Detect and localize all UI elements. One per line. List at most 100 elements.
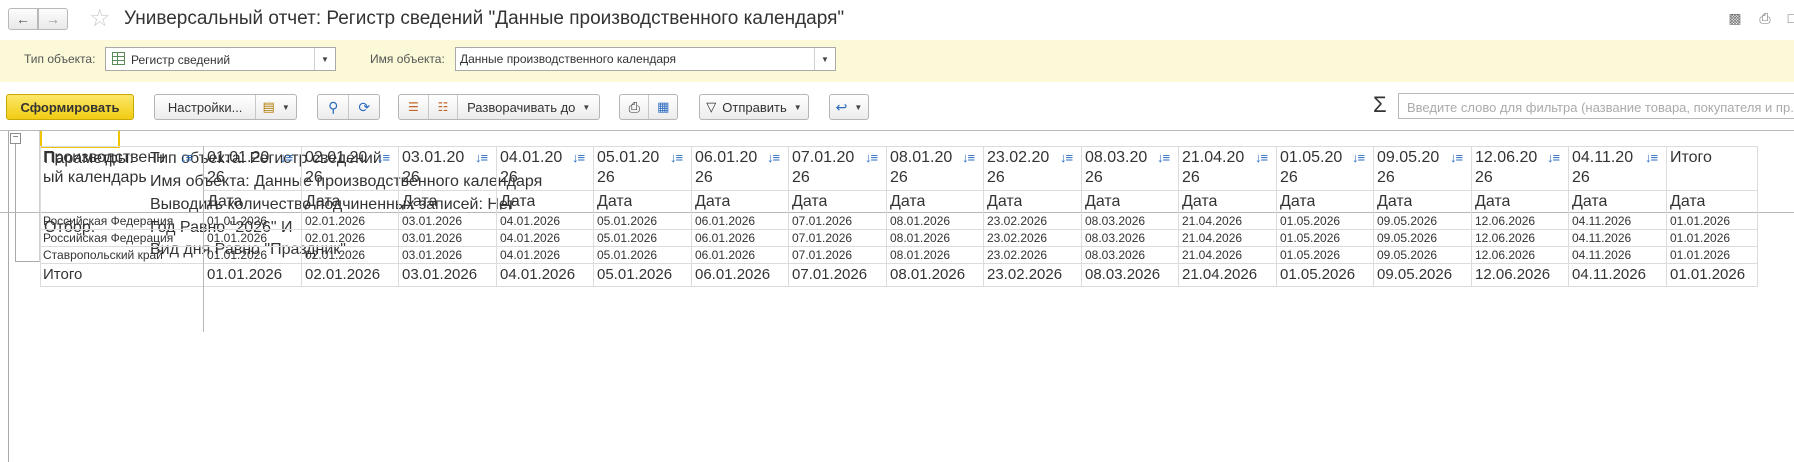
table-cell[interactable]: 23.02.2026 [987, 213, 1047, 229]
column-header[interactable]: 06.01.20 26 [695, 148, 767, 188]
more-icon[interactable]: □ [1784, 10, 1794, 26]
table-cell[interactable]: 01.01.2026 [1670, 247, 1730, 263]
forward-button[interactable]: → [38, 8, 68, 30]
table-cell[interactable]: 03.01.2026 [402, 230, 462, 246]
column-header[interactable]: 12.06.20 26 [1475, 148, 1547, 188]
table-cell[interactable]: 01.01.2026 [207, 230, 267, 246]
search-next-button[interactable]: ⟳ [349, 95, 379, 119]
table-cell[interactable]: 21.04.2026 [1182, 247, 1242, 263]
total-cell[interactable]: 01.01.2026 [1670, 266, 1745, 284]
sort-icon[interactable]: ↓≡ [670, 150, 683, 165]
sort-icon[interactable]: ↓≡ [1060, 150, 1073, 165]
table-cell[interactable]: 08.03.2026 [1085, 213, 1145, 229]
total-cell[interactable]: 08.03.2026 [1085, 266, 1160, 284]
row-label[interactable]: Российская Федерация [43, 230, 173, 246]
table-cell[interactable]: 08.03.2026 [1085, 230, 1145, 246]
table-cell[interactable]: 01.01.2026 [1670, 213, 1730, 229]
table-cell[interactable]: 08.03.2026 [1085, 247, 1145, 263]
column-header[interactable]: 04.01.20 26 [500, 148, 572, 188]
table-cell[interactable]: 01.01.2026 [1670, 230, 1730, 246]
table-cell[interactable]: 04.11.2026 [1572, 213, 1631, 229]
table-cell[interactable]: 08.01.2026 [890, 230, 950, 246]
table-cell[interactable]: 04.01.2026 [500, 230, 560, 246]
table-cell[interactable]: 05.01.2026 [597, 247, 657, 263]
sort-icon[interactable]: ↓≡ [475, 150, 488, 165]
sort-icon[interactable]: ↓≡ [1645, 150, 1658, 165]
table-cell[interactable]: 01.01.2026 [207, 247, 267, 263]
chevron-down-icon[interactable]: ▼ [314, 48, 335, 70]
table-cell[interactable]: 04.11.2026 [1572, 247, 1631, 263]
table-cell[interactable]: 12.06.2026 [1475, 247, 1535, 263]
generate-button[interactable]: Сформировать [6, 94, 134, 120]
column-header[interactable]: 09.05.20 26 [1377, 148, 1449, 188]
table-cell[interactable]: 05.01.2026 [597, 230, 657, 246]
table-cell[interactable]: 03.01.2026 [402, 247, 462, 263]
total-cell[interactable]: 01.01.2026 [207, 266, 282, 284]
column-header[interactable]: 01.05.20 26 [1280, 148, 1352, 188]
total-cell[interactable]: 05.01.2026 [597, 266, 672, 284]
table-cell[interactable]: 02.01.2026 [305, 247, 365, 263]
collapse-group-icon[interactable]: − [10, 133, 21, 144]
expand-all-button[interactable]: ☰ [399, 95, 429, 119]
total-cell[interactable]: 09.05.2026 [1377, 266, 1452, 284]
table-cell[interactable]: 07.01.2026 [792, 247, 852, 263]
send-button[interactable]: ▽ Отправить ▼ [699, 94, 809, 120]
table-cell[interactable]: 04.01.2026 [500, 247, 560, 263]
preview-button[interactable]: ▦ [649, 95, 677, 119]
print-icon[interactable]: ⎙ [1757, 10, 1773, 26]
settings-button[interactable]: Настройки... [155, 95, 257, 119]
column-header[interactable]: 05.01.20 26 [597, 148, 669, 188]
column-header[interactable]: 08.01.20 26 [890, 148, 962, 188]
chevron-down-icon[interactable]: ▼ [814, 48, 835, 70]
variant-button[interactable]: ▤ ▼ [256, 95, 296, 119]
more-actions-button[interactable]: ↩ ▼ [829, 94, 869, 120]
total-cell[interactable]: 06.01.2026 [695, 266, 770, 284]
column-header[interactable]: 01.01.20 26 [207, 148, 279, 188]
sum-icon[interactable]: Σ [1373, 92, 1387, 118]
table-cell[interactable]: 04.01.2026 [500, 213, 560, 229]
table-cell[interactable]: 09.05.2026 [1377, 213, 1437, 229]
row-label[interactable]: Ставропольский край [43, 247, 163, 263]
total-cell[interactable]: 04.11.2026 [1572, 266, 1646, 284]
total-cell[interactable]: 07.01.2026 [792, 266, 867, 284]
filter-field[interactable] [1398, 93, 1794, 119]
collapse-all-button[interactable]: ☷ [429, 95, 459, 119]
sort-icon[interactable]: ↓≡ [377, 150, 390, 165]
save-icon[interactable]: ▩ [1727, 10, 1743, 26]
table-cell[interactable]: 01.05.2026 [1280, 230, 1340, 246]
table-cell[interactable]: 09.05.2026 [1377, 230, 1437, 246]
total-cell[interactable]: 21.04.2026 [1182, 266, 1257, 284]
expand-to-button[interactable]: Разворачивать до ▼ [458, 95, 599, 119]
table-cell[interactable]: 01.05.2026 [1280, 247, 1340, 263]
total-cell[interactable]: 02.01.2026 [305, 266, 380, 284]
table-cell[interactable]: 04.11.2026 [1572, 230, 1631, 246]
filter-input[interactable] [1405, 95, 1794, 119]
table-cell[interactable]: 05.01.2026 [597, 213, 657, 229]
table-cell[interactable]: 09.05.2026 [1377, 247, 1437, 263]
table-cell[interactable]: 03.01.2026 [402, 213, 462, 229]
total-cell[interactable]: 01.05.2026 [1280, 266, 1355, 284]
table-cell[interactable]: 21.04.2026 [1182, 213, 1242, 229]
sort-icon[interactable]: ↓≡ [962, 150, 975, 165]
sort-icon[interactable]: ↓≡ [1450, 150, 1463, 165]
search-button[interactable]: ⚲ [318, 95, 350, 119]
table-cell[interactable]: 06.01.2026 [695, 213, 755, 229]
table-cell[interactable]: 23.02.2026 [987, 230, 1047, 246]
table-cell[interactable]: 07.01.2026 [792, 230, 852, 246]
table-cell[interactable]: 02.01.2026 [305, 230, 365, 246]
column-header[interactable]: 08.03.20 26 [1085, 148, 1157, 188]
total-cell[interactable]: 12.06.2026 [1475, 266, 1550, 284]
sort-icon[interactable]: ↓≡ [1547, 150, 1560, 165]
table-cell[interactable]: 08.01.2026 [890, 213, 950, 229]
total-cell[interactable]: 08.01.2026 [890, 266, 965, 284]
star-icon[interactable]: ☆ [89, 4, 111, 34]
table-cell[interactable]: 08.01.2026 [890, 247, 950, 263]
table-cell[interactable]: 12.06.2026 [1475, 213, 1535, 229]
print-button[interactable]: ⎙ [620, 95, 650, 119]
column-header[interactable]: 04.11.20 26 [1572, 148, 1644, 188]
column-header[interactable]: 03.01.20 26 [402, 148, 474, 188]
table-cell[interactable]: 07.01.2026 [792, 213, 852, 229]
total-cell[interactable]: 03.01.2026 [402, 266, 477, 284]
table-cell[interactable]: 23.02.2026 [987, 247, 1047, 263]
sort-icon[interactable]: ↓≡ [1352, 150, 1365, 165]
